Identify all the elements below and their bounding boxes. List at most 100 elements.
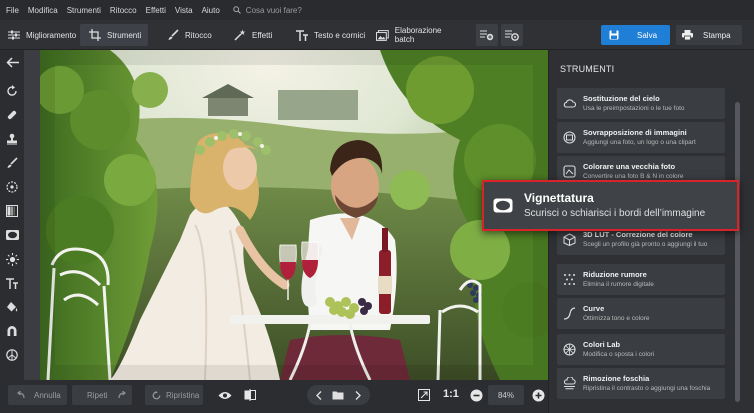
print-button[interactable]: Stampa bbox=[676, 25, 742, 45]
vignette-icon bbox=[5, 230, 19, 240]
text-icon bbox=[296, 29, 308, 41]
card-description: Modifica o sposta i colori bbox=[583, 351, 655, 358]
haze-icon bbox=[564, 377, 576, 390]
save-label: Salva bbox=[637, 30, 658, 40]
menu-file[interactable]: File bbox=[6, 6, 19, 15]
tool-card-lab-colors[interactable]: Colori Lab Modifica o sposta i colori bbox=[557, 334, 725, 365]
rotate-tool[interactable] bbox=[4, 83, 20, 99]
fill-tool[interactable] bbox=[4, 299, 20, 315]
zoom-out-button[interactable] bbox=[468, 387, 484, 403]
search-box[interactable]: Cosa vuoi fare? bbox=[233, 6, 302, 15]
text-tool[interactable] bbox=[4, 275, 20, 291]
card-title: Rimozione foschia bbox=[583, 374, 650, 383]
tool-card-noise-reduction[interactable]: Riduzione rumore Elimina il rumore digit… bbox=[557, 264, 725, 295]
zoom-in-button[interactable] bbox=[530, 387, 546, 403]
clone-stamp-tool[interactable] bbox=[4, 131, 20, 147]
list-add-icon bbox=[480, 30, 494, 41]
reset-label: Ripristina bbox=[166, 390, 200, 400]
menu-aiuto[interactable]: Aiuto bbox=[202, 6, 220, 15]
magnet-tool[interactable] bbox=[4, 323, 20, 339]
menu-ritocco[interactable]: Ritocco bbox=[110, 6, 137, 15]
card-description: Convertire una foto B & N in colore bbox=[583, 173, 684, 180]
panel-title: STRUMENTI bbox=[560, 64, 615, 74]
undo-label: Annulla bbox=[34, 390, 61, 400]
tab-effetti[interactable]: Effetti bbox=[234, 24, 284, 46]
card-description: Ottimizza tono e colore bbox=[583, 315, 650, 322]
menu-vista[interactable]: Vista bbox=[175, 6, 193, 15]
gradient-filter-tool[interactable] bbox=[4, 203, 20, 219]
tool-card-dehaze[interactable]: Rimozione foschia Ripristina il contrast… bbox=[557, 368, 725, 399]
tab-label: Testo e cornici bbox=[314, 30, 366, 40]
reset-icon bbox=[152, 390, 161, 399]
save-button[interactable]: Salva bbox=[601, 25, 670, 45]
tab-testo-e-cornici[interactable]: Testo e cornici bbox=[296, 24, 368, 46]
menu-modifica[interactable]: Modifica bbox=[28, 6, 58, 15]
back-button[interactable] bbox=[4, 54, 20, 70]
magnet-icon bbox=[7, 326, 17, 336]
curve-icon bbox=[563, 307, 576, 320]
colorize-icon bbox=[563, 165, 576, 178]
card-title: Colorare una vecchia foto bbox=[583, 162, 676, 171]
card-description: Elimina il rumore digitale bbox=[583, 281, 654, 288]
actual-size-button[interactable]: 1:1 bbox=[443, 388, 459, 400]
tab-elaborazione-batch[interactable]: Elaborazione batch bbox=[376, 24, 462, 46]
geometry-tool[interactable] bbox=[4, 347, 20, 363]
prev-image-button[interactable] bbox=[311, 387, 327, 403]
paint-bucket-icon bbox=[7, 302, 18, 312]
zoom-level[interactable]: 84% bbox=[488, 385, 524, 405]
card-title: Sovrapposizione di immagini bbox=[583, 128, 687, 137]
tab-label: Strumenti bbox=[107, 30, 142, 40]
tab-label: Elaborazione batch bbox=[394, 26, 442, 44]
search-placeholder: Cosa vuoi fare? bbox=[245, 5, 302, 15]
add-batch-button[interactable] bbox=[476, 24, 498, 46]
brush-tool[interactable] bbox=[4, 155, 20, 171]
main-toolbar: Miglioramento Strumenti Ritocco Effetti … bbox=[0, 20, 754, 50]
tab-strumenti[interactable]: Strumenti bbox=[80, 24, 148, 46]
radial-filter-tool[interactable] bbox=[4, 179, 20, 195]
highlight-description: Scurisci o schiarisci i bordi dell’immag… bbox=[524, 208, 706, 219]
open-folder-button[interactable] bbox=[330, 387, 346, 403]
tab-miglioramento[interactable]: Miglioramento bbox=[8, 24, 78, 46]
panel-scrollbar[interactable] bbox=[735, 102, 740, 402]
tab-ritocco[interactable]: Ritocco bbox=[163, 24, 223, 46]
tool-card-vignette-highlighted[interactable]: Vignettatura Scurisci o schiarisci i bor… bbox=[482, 180, 739, 231]
menu-strumenti[interactable]: Strumenti bbox=[67, 6, 101, 15]
tool-card-image-overlay[interactable]: Sovrapposizione di immagini Aggiungi una… bbox=[557, 122, 725, 153]
light-tool[interactable] bbox=[4, 251, 20, 267]
chevron-left-icon bbox=[316, 390, 322, 400]
bottom-bar: Annulla Ripeti Ripristina 1:1 84% bbox=[0, 380, 548, 413]
paintbrush-icon bbox=[7, 157, 18, 168]
fit-to-screen-button[interactable] bbox=[416, 387, 432, 403]
reset-button[interactable]: Ripristina bbox=[145, 385, 203, 405]
left-tool-column bbox=[0, 50, 24, 380]
image-canvas[interactable] bbox=[24, 50, 548, 380]
batch-settings-button[interactable] bbox=[501, 24, 523, 46]
menu-bar: File Modifica Strumenti Ritocco Effetti … bbox=[0, 0, 754, 20]
lut-cube-icon bbox=[563, 233, 576, 246]
redo-button[interactable]: Ripeti bbox=[72, 385, 132, 405]
minus-circle-icon bbox=[470, 389, 482, 401]
undo-button[interactable]: Annulla bbox=[8, 385, 67, 405]
sun-icon bbox=[5, 252, 19, 266]
menu-effetti[interactable]: Effetti bbox=[146, 6, 166, 15]
card-title: Curve bbox=[583, 304, 605, 313]
brush-icon bbox=[168, 29, 179, 40]
text-icon bbox=[6, 277, 18, 289]
tool-card-curves[interactable]: Curve Ottimizza tono e colore bbox=[557, 298, 725, 329]
healing-tool[interactable] bbox=[4, 107, 20, 123]
preview-button[interactable] bbox=[217, 387, 233, 403]
vignette-tool[interactable] bbox=[4, 227, 20, 243]
color-wheel-icon bbox=[563, 343, 576, 356]
plus-circle-icon bbox=[532, 389, 544, 401]
next-image-button[interactable] bbox=[350, 387, 366, 403]
printer-icon bbox=[682, 30, 693, 40]
sliders-icon bbox=[8, 30, 20, 40]
search-icon bbox=[233, 6, 241, 14]
tab-label: Miglioramento bbox=[26, 30, 77, 40]
card-description: Usa le preimpostazioni o le tue foto bbox=[583, 105, 685, 112]
eye-icon bbox=[218, 391, 232, 399]
card-description: Scegli un profilo già pronto o aggiungi … bbox=[583, 241, 708, 248]
compare-button[interactable] bbox=[242, 387, 258, 403]
tool-card-sky-replacement[interactable]: Sostituzione del cielo Usa le preimposta… bbox=[557, 88, 725, 119]
expand-icon bbox=[418, 389, 430, 401]
